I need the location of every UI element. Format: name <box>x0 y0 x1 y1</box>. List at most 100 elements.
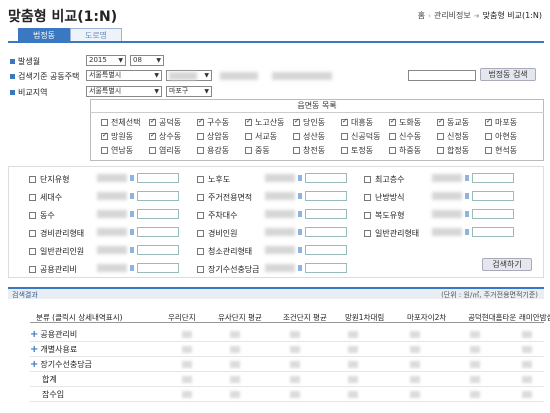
checkbox[interactable] <box>149 117 156 126</box>
dong-checkbox-item[interactable]: 신공덕동 <box>341 131 380 142</box>
filter-range[interactable] <box>432 173 514 183</box>
filter-range[interactable] <box>265 245 347 255</box>
checkbox[interactable] <box>149 131 156 140</box>
checkbox[interactable] <box>437 133 444 140</box>
dong-checkbox-item[interactable]: 합정동 <box>437 145 469 156</box>
checkbox[interactable] <box>389 117 396 126</box>
checkbox[interactable] <box>197 230 204 237</box>
checkbox[interactable] <box>149 147 156 154</box>
checkbox[interactable] <box>101 131 108 140</box>
dong-checkbox-item[interactable]: 아현동 <box>485 131 517 142</box>
detail-search-button[interactable]: 검색하기 <box>482 258 532 271</box>
filter-option[interactable]: 난방방식 <box>364 192 404 203</box>
dong-checkbox-item[interactable]: 노고산동 <box>245 117 284 128</box>
checkbox[interactable] <box>485 133 492 140</box>
checkbox[interactable] <box>293 147 300 154</box>
filter-max-input[interactable] <box>472 227 514 237</box>
filter-option[interactable]: 주거전용면적 <box>197 192 252 203</box>
filter-max-input[interactable] <box>305 191 347 201</box>
checkbox[interactable] <box>437 147 444 154</box>
filter-range[interactable] <box>97 173 179 183</box>
filter-max-input[interactable] <box>137 209 179 219</box>
dong-checkbox-item[interactable]: 상암동 <box>197 131 229 142</box>
filter-range[interactable] <box>265 191 347 201</box>
checkbox[interactable] <box>197 212 204 219</box>
checkbox[interactable] <box>341 147 348 154</box>
dong-checkbox-item[interactable]: 대흥동 <box>341 117 373 128</box>
filter-max-input[interactable] <box>137 245 179 255</box>
dong-checkbox-item[interactable]: 전체선택 <box>101 117 140 128</box>
filter-range[interactable] <box>432 209 514 219</box>
filter-option[interactable]: 경비인원 <box>197 228 237 239</box>
checkbox[interactable] <box>29 176 36 183</box>
checkbox[interactable] <box>389 133 396 140</box>
filter-range[interactable] <box>432 227 514 237</box>
filter-option[interactable]: 장기수선충당금 <box>197 264 260 275</box>
filter-range[interactable] <box>97 209 179 219</box>
compare-gu-select[interactable]: 마포구 ▼ <box>166 86 212 97</box>
checkbox[interactable] <box>197 117 204 126</box>
filter-option[interactable]: 공용관리비 <box>29 264 77 275</box>
dong-checkbox-item[interactable]: 신정동 <box>437 131 469 142</box>
dong-checkbox-item[interactable]: 신수동 <box>389 131 421 142</box>
expand-icon[interactable]: + <box>30 359 38 370</box>
checkbox[interactable] <box>364 230 371 237</box>
filter-range[interactable] <box>97 227 179 237</box>
dong-checkbox-item[interactable]: 망원동 <box>101 131 133 142</box>
checkbox[interactable] <box>364 176 371 183</box>
filter-option[interactable]: 경비관리형태 <box>29 228 84 239</box>
complex-gu-select[interactable]: ▼ <box>166 70 212 81</box>
dong-checkbox-item[interactable]: 창전동 <box>293 145 325 156</box>
legal-dong-search-button[interactable]: 법정동 검색 <box>480 68 536 81</box>
filter-max-input[interactable] <box>137 227 179 237</box>
checkbox[interactable] <box>197 147 204 154</box>
dong-checkbox-item[interactable]: 구수동 <box>197 117 229 128</box>
checkbox[interactable] <box>341 117 348 126</box>
filter-option[interactable]: 단지유형 <box>29 174 69 185</box>
checkbox[interactable] <box>29 212 36 219</box>
filter-range[interactable] <box>265 209 347 219</box>
checkbox[interactable] <box>29 248 36 255</box>
month-select[interactable]: 08 ▼ <box>130 55 164 66</box>
dong-checkbox-item[interactable]: 당인동 <box>293 117 325 128</box>
filter-range[interactable] <box>265 227 347 237</box>
checkbox[interactable] <box>485 117 492 126</box>
checkbox[interactable] <box>293 117 300 126</box>
complex-city-select[interactable]: 서울특별시 ▼ <box>86 70 162 81</box>
table-row[interactable]: + 개별사용료 <box>30 344 77 355</box>
dong-checkbox-item[interactable]: 도화동 <box>389 117 421 128</box>
filter-max-input[interactable] <box>137 173 179 183</box>
checkbox[interactable] <box>197 194 204 201</box>
filter-max-input[interactable] <box>472 173 514 183</box>
checkbox[interactable] <box>29 230 36 237</box>
compare-city-select[interactable]: 서울특별시 ▼ <box>86 86 162 97</box>
checkbox[interactable] <box>29 194 36 201</box>
breadcrumb-section[interactable]: 관리비정보 <box>434 10 471 21</box>
dong-checkbox-item[interactable]: 토정동 <box>341 145 373 156</box>
dong-checkbox-item[interactable]: 성산동 <box>293 131 325 142</box>
breadcrumb-home[interactable]: 홈 <box>418 10 425 21</box>
filter-option[interactable]: 일반관리인원 <box>29 246 84 257</box>
filter-max-input[interactable] <box>472 191 514 201</box>
filter-option[interactable]: 복도유형 <box>364 210 404 221</box>
checkbox[interactable] <box>364 194 371 201</box>
checkbox[interactable] <box>29 266 36 273</box>
filter-range[interactable] <box>97 263 179 273</box>
checkbox[interactable] <box>341 133 348 140</box>
dong-checkbox-item[interactable]: 상수동 <box>149 131 181 142</box>
checkbox[interactable] <box>197 133 204 140</box>
checkbox[interactable] <box>245 117 252 126</box>
filter-option[interactable]: 주차대수 <box>197 210 237 221</box>
dong-checkbox-item[interactable]: 서교동 <box>245 131 277 142</box>
tab-legal-dong[interactable]: 법정동 <box>18 28 70 42</box>
filter-range[interactable] <box>265 173 347 183</box>
filter-max-input[interactable] <box>472 209 514 219</box>
checkbox[interactable] <box>437 117 444 126</box>
checkbox[interactable] <box>197 266 204 273</box>
filter-range[interactable] <box>97 191 179 201</box>
filter-option[interactable]: 동수 <box>29 210 55 221</box>
dong-checkbox-item[interactable]: 동교동 <box>437 117 469 128</box>
year-select[interactable]: 2015 ▼ <box>86 55 126 66</box>
filter-max-input[interactable] <box>137 191 179 201</box>
expand-icon[interactable]: + <box>30 329 38 340</box>
